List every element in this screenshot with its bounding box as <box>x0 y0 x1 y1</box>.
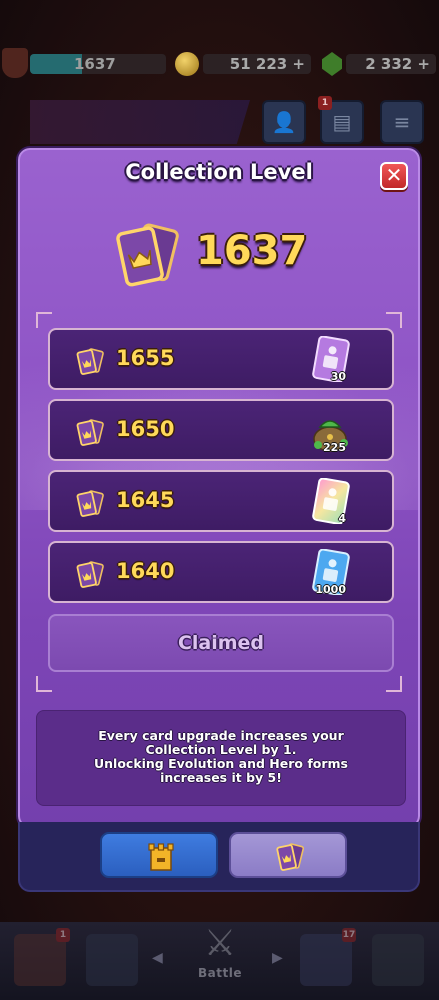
king-level-bar: 1637 <box>30 54 166 74</box>
reward-quantity: 30 <box>330 370 346 383</box>
nav-left-arrow-icon[interactable]: ◀ <box>152 950 163 966</box>
gold-counter[interactable]: 51 223 + <box>203 54 311 74</box>
clan-badge: 17 <box>342 928 356 942</box>
friends-button[interactable]: 👤 <box>262 100 306 144</box>
reward-level: 1655 <box>116 346 175 370</box>
current-collection-level: 1637 <box>112 218 322 290</box>
news-button[interactable]: 1 ▤ <box>318 96 364 144</box>
frame-corner <box>386 676 402 692</box>
reward-row-1655[interactable]: 1655 30 <box>48 328 394 390</box>
gem-icon <box>322 52 342 76</box>
menu-icon: ≡ <box>393 110 411 134</box>
frame-corner <box>36 676 52 692</box>
frame-corner <box>36 312 52 328</box>
reward-quantity: 4 <box>338 512 346 525</box>
wild-card-reward-icon <box>312 478 350 524</box>
friends-icon: 👤 <box>271 110 297 134</box>
close-button[interactable]: ✕ <box>380 162 408 190</box>
news-icon: ▤ <box>332 110 352 134</box>
reward-quantity: 225 <box>323 441 346 454</box>
nav-right-arrow-icon[interactable]: ▶ <box>272 950 283 966</box>
arena-banner <box>30 100 250 144</box>
nav-clan[interactable]: 17 <box>300 928 356 986</box>
collection-level-modal: Collection Level ✕ 1637 1655 30 1650 225… <box>18 148 420 828</box>
collection-cards-icon <box>276 843 305 871</box>
modal-title: Collection Level <box>125 160 313 184</box>
reward-row-1645[interactable]: 1645 4 <box>48 470 394 532</box>
frame-corner <box>386 312 402 328</box>
tab-collection[interactable] <box>229 832 347 878</box>
gems-counter[interactable]: 2 332 + <box>346 54 436 74</box>
modal-tab-bar <box>18 822 420 892</box>
tower-icon <box>148 843 174 871</box>
reward-level: 1645 <box>116 488 175 512</box>
king-level-value: 1637 <box>74 55 116 73</box>
collection-cards-icon <box>116 223 179 287</box>
gold-coin-icon <box>175 52 199 76</box>
info-line: Every card upgrade increases your <box>98 728 344 743</box>
collection-cards-icon <box>76 348 104 375</box>
king-shield-icon[interactable] <box>2 48 28 78</box>
info-box: Every card upgrade increases your Collec… <box>36 710 406 806</box>
reward-row-1640[interactable]: 1640 1000 <box>48 541 394 603</box>
shop-badge: 1 <box>56 928 70 942</box>
reward-quantity: 1000 <box>315 583 346 596</box>
info-line: increases it by 5! <box>160 770 282 785</box>
info-line: Unlocking Evolution and Hero forms <box>93 756 349 771</box>
info-line: Collection Level by 1. <box>145 742 297 757</box>
nav-battle-label: Battle <box>198 966 242 980</box>
menu-button[interactable]: ≡ <box>380 100 424 144</box>
reward-level: 1650 <box>116 417 175 441</box>
collection-cards-icon <box>76 561 104 588</box>
nav-cards[interactable] <box>86 934 138 986</box>
claimed-label: Claimed <box>177 632 265 654</box>
nav-events[interactable] <box>372 934 424 986</box>
tab-king-tower[interactable] <box>100 832 218 878</box>
reward-level: 1640 <box>116 559 175 583</box>
current-level-value: 1637 <box>196 228 308 274</box>
collection-cards-icon <box>76 490 104 517</box>
collection-cards-icon <box>76 419 104 446</box>
battle-swords-icon[interactable]: ⚔ <box>194 922 246 966</box>
claimed-button[interactable]: Claimed <box>48 614 394 672</box>
nav-shop[interactable]: 1 <box>14 928 70 986</box>
top-hud: 1637 51 223 + 2 332 + <box>0 44 439 84</box>
info-text: Every card upgrade increases your Collec… <box>45 729 397 785</box>
reward-row-1650[interactable]: 1650 225 <box>48 399 394 461</box>
